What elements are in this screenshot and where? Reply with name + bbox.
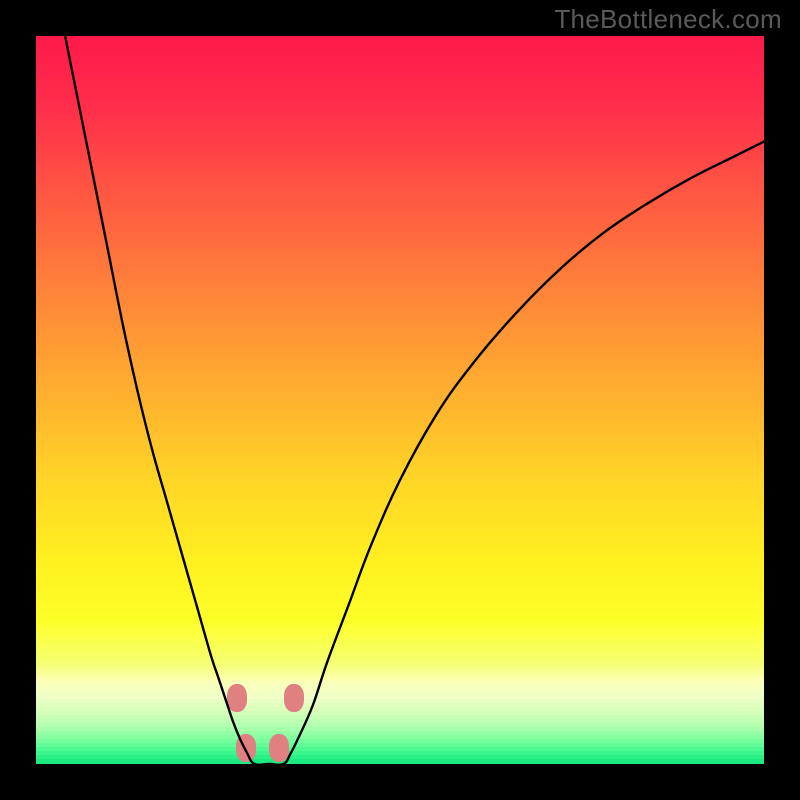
bottleneck-curve bbox=[65, 36, 764, 764]
curve-layer bbox=[36, 36, 764, 764]
chart-frame: TheBottleneck.com bbox=[0, 0, 800, 800]
plot-area bbox=[36, 36, 764, 764]
watermark-text: TheBottleneck.com bbox=[554, 4, 782, 35]
